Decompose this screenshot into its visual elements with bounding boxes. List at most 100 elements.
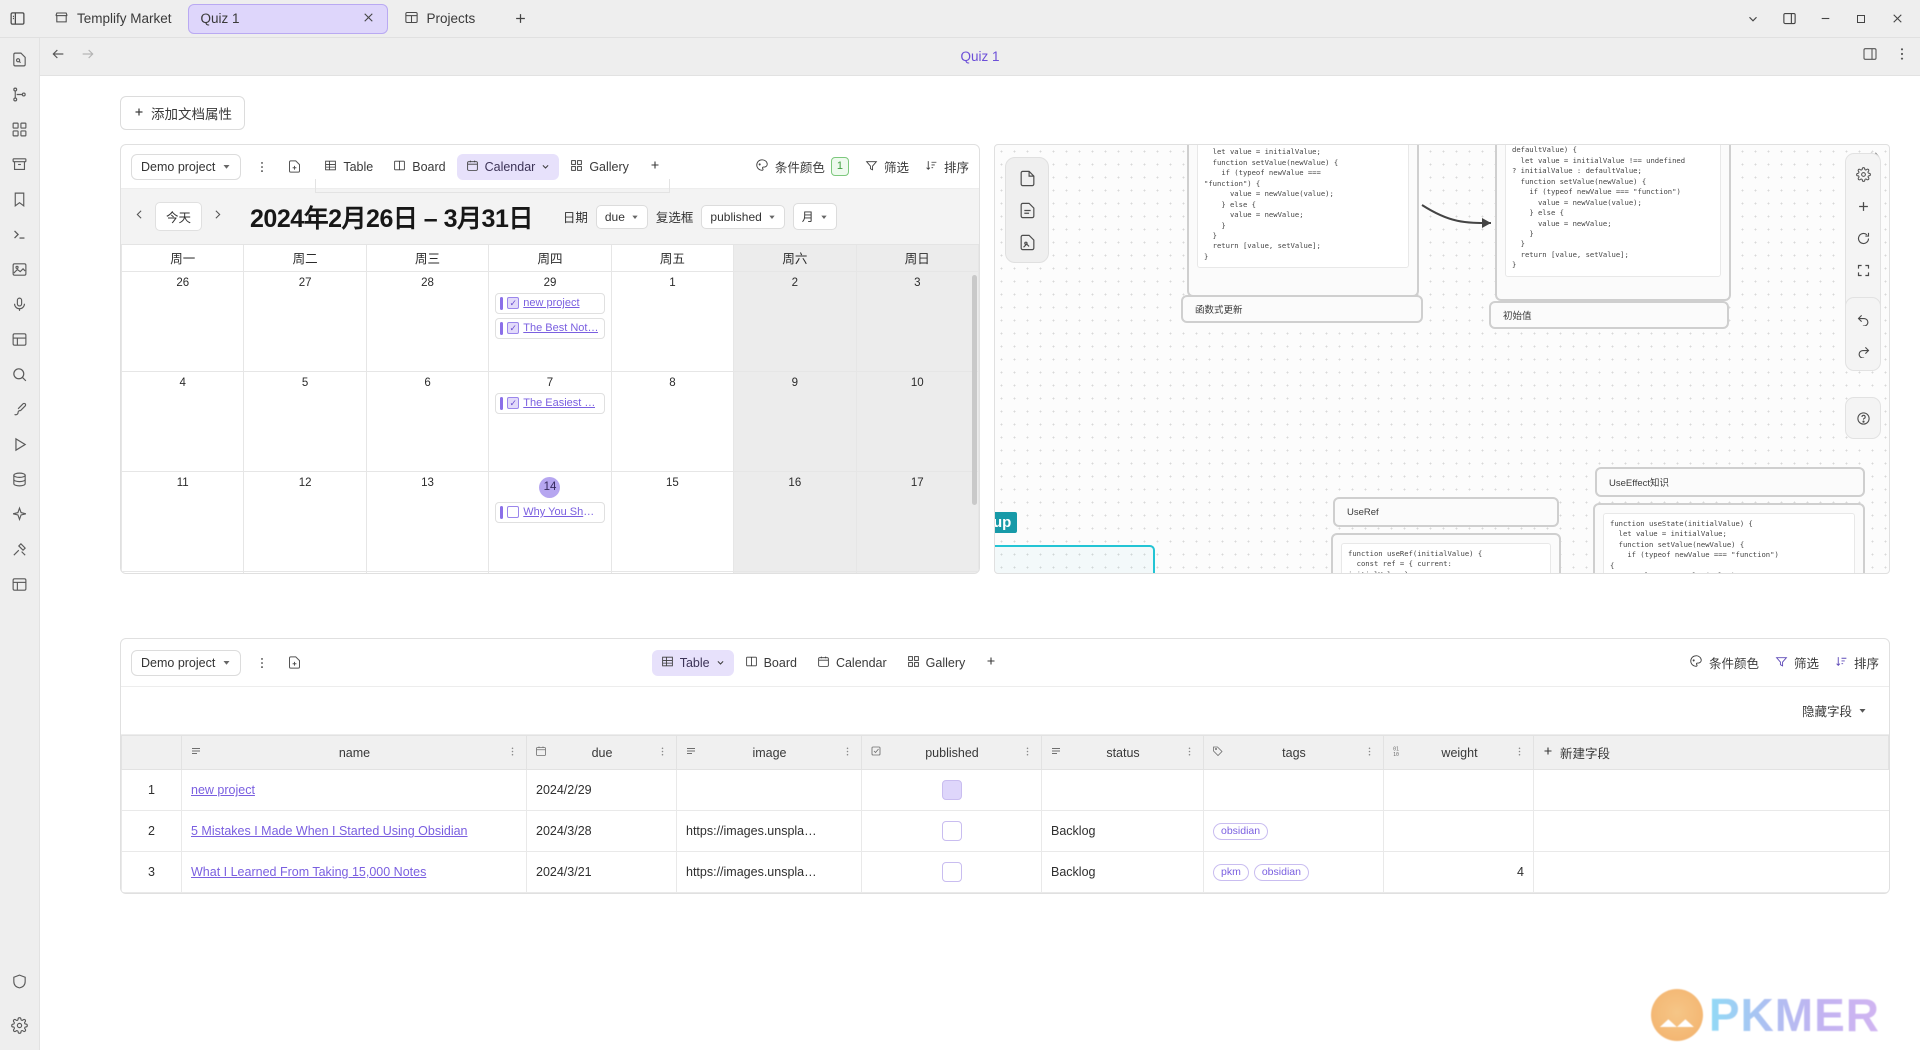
calendar-day-cell[interactable]: 22 (610, 570, 735, 573)
calendar-day-cell[interactable]: 21What I Learn… (488, 570, 612, 573)
file-search-icon[interactable] (7, 46, 33, 72)
sidebar-toggle-icon[interactable] (0, 4, 34, 34)
canvas-node-label-useref[interactable]: UseRef (1333, 497, 1559, 527)
checkbox-field-select[interactable]: published (701, 204, 785, 229)
more-vertical-icon[interactable] (1894, 46, 1910, 67)
calendar-day-cell[interactable]: 18 (121, 570, 245, 573)
close-window-icon[interactable] (1880, 4, 1914, 34)
table-cell-image[interactable] (676, 769, 862, 811)
table-icon[interactable] (7, 326, 33, 352)
calendar-day-cell[interactable]: 20 (365, 570, 490, 573)
shield-icon[interactable] (7, 968, 33, 994)
column-menu-icon[interactable] (1184, 746, 1195, 760)
calendar-day-cell[interactable]: 5 (243, 370, 367, 472)
table-cell-name[interactable]: 5 Mistakes I Made When I Started Using O… (181, 810, 527, 852)
event-checkbox[interactable] (507, 506, 520, 518)
calendar-day-cell[interactable]: 17 (855, 470, 979, 572)
chevron-right-icon[interactable] (211, 208, 224, 225)
hide-fields-button[interactable]: 隐藏字段 (1794, 696, 1875, 725)
calendar-day-cell[interactable]: 26 (121, 270, 245, 372)
tools-icon[interactable] (7, 536, 33, 562)
canvas-node-useref-code[interactable]: function useRef(initialValue) { const re… (1331, 533, 1561, 573)
split-pane-icon[interactable] (1772, 4, 1806, 34)
published-checkbox[interactable] (941, 862, 962, 882)
today-button[interactable]: 今天 (155, 202, 203, 231)
calendar-day-cell[interactable]: 13 (365, 470, 490, 572)
add-view-button[interactable] (640, 154, 670, 179)
column-menu-icon[interactable] (842, 746, 853, 760)
table-cell-name[interactable]: What I Learned From Taking 15,000 Notes (181, 851, 527, 893)
column-menu-icon[interactable] (657, 746, 668, 760)
chevron-left-icon[interactable] (133, 208, 146, 225)
table-cell-name[interactable]: new project (181, 769, 527, 811)
tab-quiz-1[interactable]: Quiz 1 (187, 3, 388, 34)
tab-projects[interactable]: Projects (392, 4, 488, 34)
zoom-in-icon[interactable] (1852, 195, 1874, 217)
calendar-scrollbar[interactable] (972, 275, 977, 505)
undo-icon[interactable] (1852, 307, 1874, 329)
more-vertical-icon[interactable] (251, 652, 273, 674)
table-cell-published[interactable] (861, 810, 1042, 852)
column-menu-icon[interactable] (1364, 746, 1375, 760)
fit-view-icon[interactable] (1852, 259, 1874, 281)
calendar-day-cell[interactable]: 14 Why You Sho… (488, 470, 612, 572)
table-cell-weight[interactable] (1383, 810, 1534, 852)
archive-box-icon[interactable] (7, 151, 33, 177)
view-tab-board[interactable]: Board (384, 154, 454, 180)
calendar-event[interactable]: Why You Sho… (495, 501, 605, 523)
arrow-right-icon[interactable] (80, 46, 96, 67)
new-note-icon[interactable] (283, 652, 305, 674)
layout-dashboard-icon[interactable] (7, 571, 33, 597)
project-select[interactable]: Demo project (131, 153, 242, 180)
bookmark-icon[interactable] (7, 186, 33, 212)
published-checkbox[interactable] (941, 821, 962, 841)
filter-button[interactable]: 筛选 (1775, 653, 1819, 672)
calendar-day-cell[interactable]: 3 (855, 270, 979, 372)
more-vertical-icon[interactable] (251, 156, 273, 178)
view-tab-calendar[interactable]: Calendar (808, 650, 896, 676)
calendar-day-cell[interactable]: 29 ✓ new project ✓ The Best Not… (488, 270, 612, 372)
event-title[interactable]: new project (523, 297, 579, 309)
event-checkbox[interactable]: ✓ (507, 297, 520, 309)
table-cell-due[interactable]: 2024/3/28 (526, 810, 677, 852)
view-tab-board[interactable]: Board (736, 650, 806, 676)
git-branch-icon[interactable] (7, 81, 33, 107)
close-icon[interactable] (362, 11, 375, 27)
date-field-select[interactable]: due (595, 204, 648, 229)
table-cell-weight[interactable]: 4 (1383, 851, 1534, 893)
tag-pill[interactable]: pkm (1213, 863, 1249, 881)
period-select[interactable]: 月 (792, 203, 837, 230)
image-plus-icon[interactable] (7, 256, 33, 282)
calendar-event[interactable]: ✓ new project (495, 292, 605, 314)
calendar-event[interactable]: ✓ The Easiest … (495, 392, 605, 414)
calendar-day-cell[interactable]: 10 (855, 370, 979, 472)
table-cell-status[interactable]: Backlog (1041, 851, 1204, 893)
canvas-node-useeffect-code[interactable]: function useState(initialValue) { let va… (1593, 503, 1865, 573)
table-cell-image[interactable]: https://images.unspla… (676, 810, 862, 852)
table-cell-weight[interactable] (1383, 769, 1534, 811)
column-menu-icon[interactable] (1022, 746, 1033, 760)
maximize-icon[interactable] (1844, 4, 1878, 34)
calendar-day-cell[interactable]: 16 (733, 470, 857, 572)
published-checkbox[interactable] (941, 780, 962, 800)
terminal-icon[interactable] (7, 221, 33, 247)
event-checkbox[interactable]: ✓ (507, 322, 520, 334)
settings-gear-icon[interactable] (1852, 163, 1874, 185)
chevron-down-icon[interactable] (1736, 4, 1770, 34)
table-cell-tags[interactable]: pkm obsidian (1203, 851, 1384, 893)
canvas-node-usestate-1[interactable]: function useState(initialValue) { let va… (1187, 145, 1419, 297)
canvas-node-label-useeffect[interactable]: UseEffect知识 (1595, 467, 1865, 497)
add-view-button[interactable] (976, 650, 1006, 675)
reset-zoom-icon[interactable] (1852, 227, 1874, 249)
calendar-day-cell[interactable]: 2 (733, 270, 857, 372)
new-tab-plus-icon[interactable] (505, 4, 535, 34)
note-link[interactable]: new project (191, 783, 255, 797)
tag-pill[interactable]: obsidian (1253, 863, 1309, 881)
canvas-node-label-2[interactable]: 初始值 (1489, 301, 1729, 329)
calendar-day-cell[interactable]: 23 (733, 570, 857, 573)
table-cell-published[interactable] (861, 769, 1042, 811)
view-tab-table[interactable]: Table (651, 649, 734, 676)
sort-button[interactable]: 排序 (1835, 653, 1879, 672)
calendar-day-cell[interactable]: 4 (121, 370, 245, 472)
play-icon[interactable] (7, 431, 33, 457)
